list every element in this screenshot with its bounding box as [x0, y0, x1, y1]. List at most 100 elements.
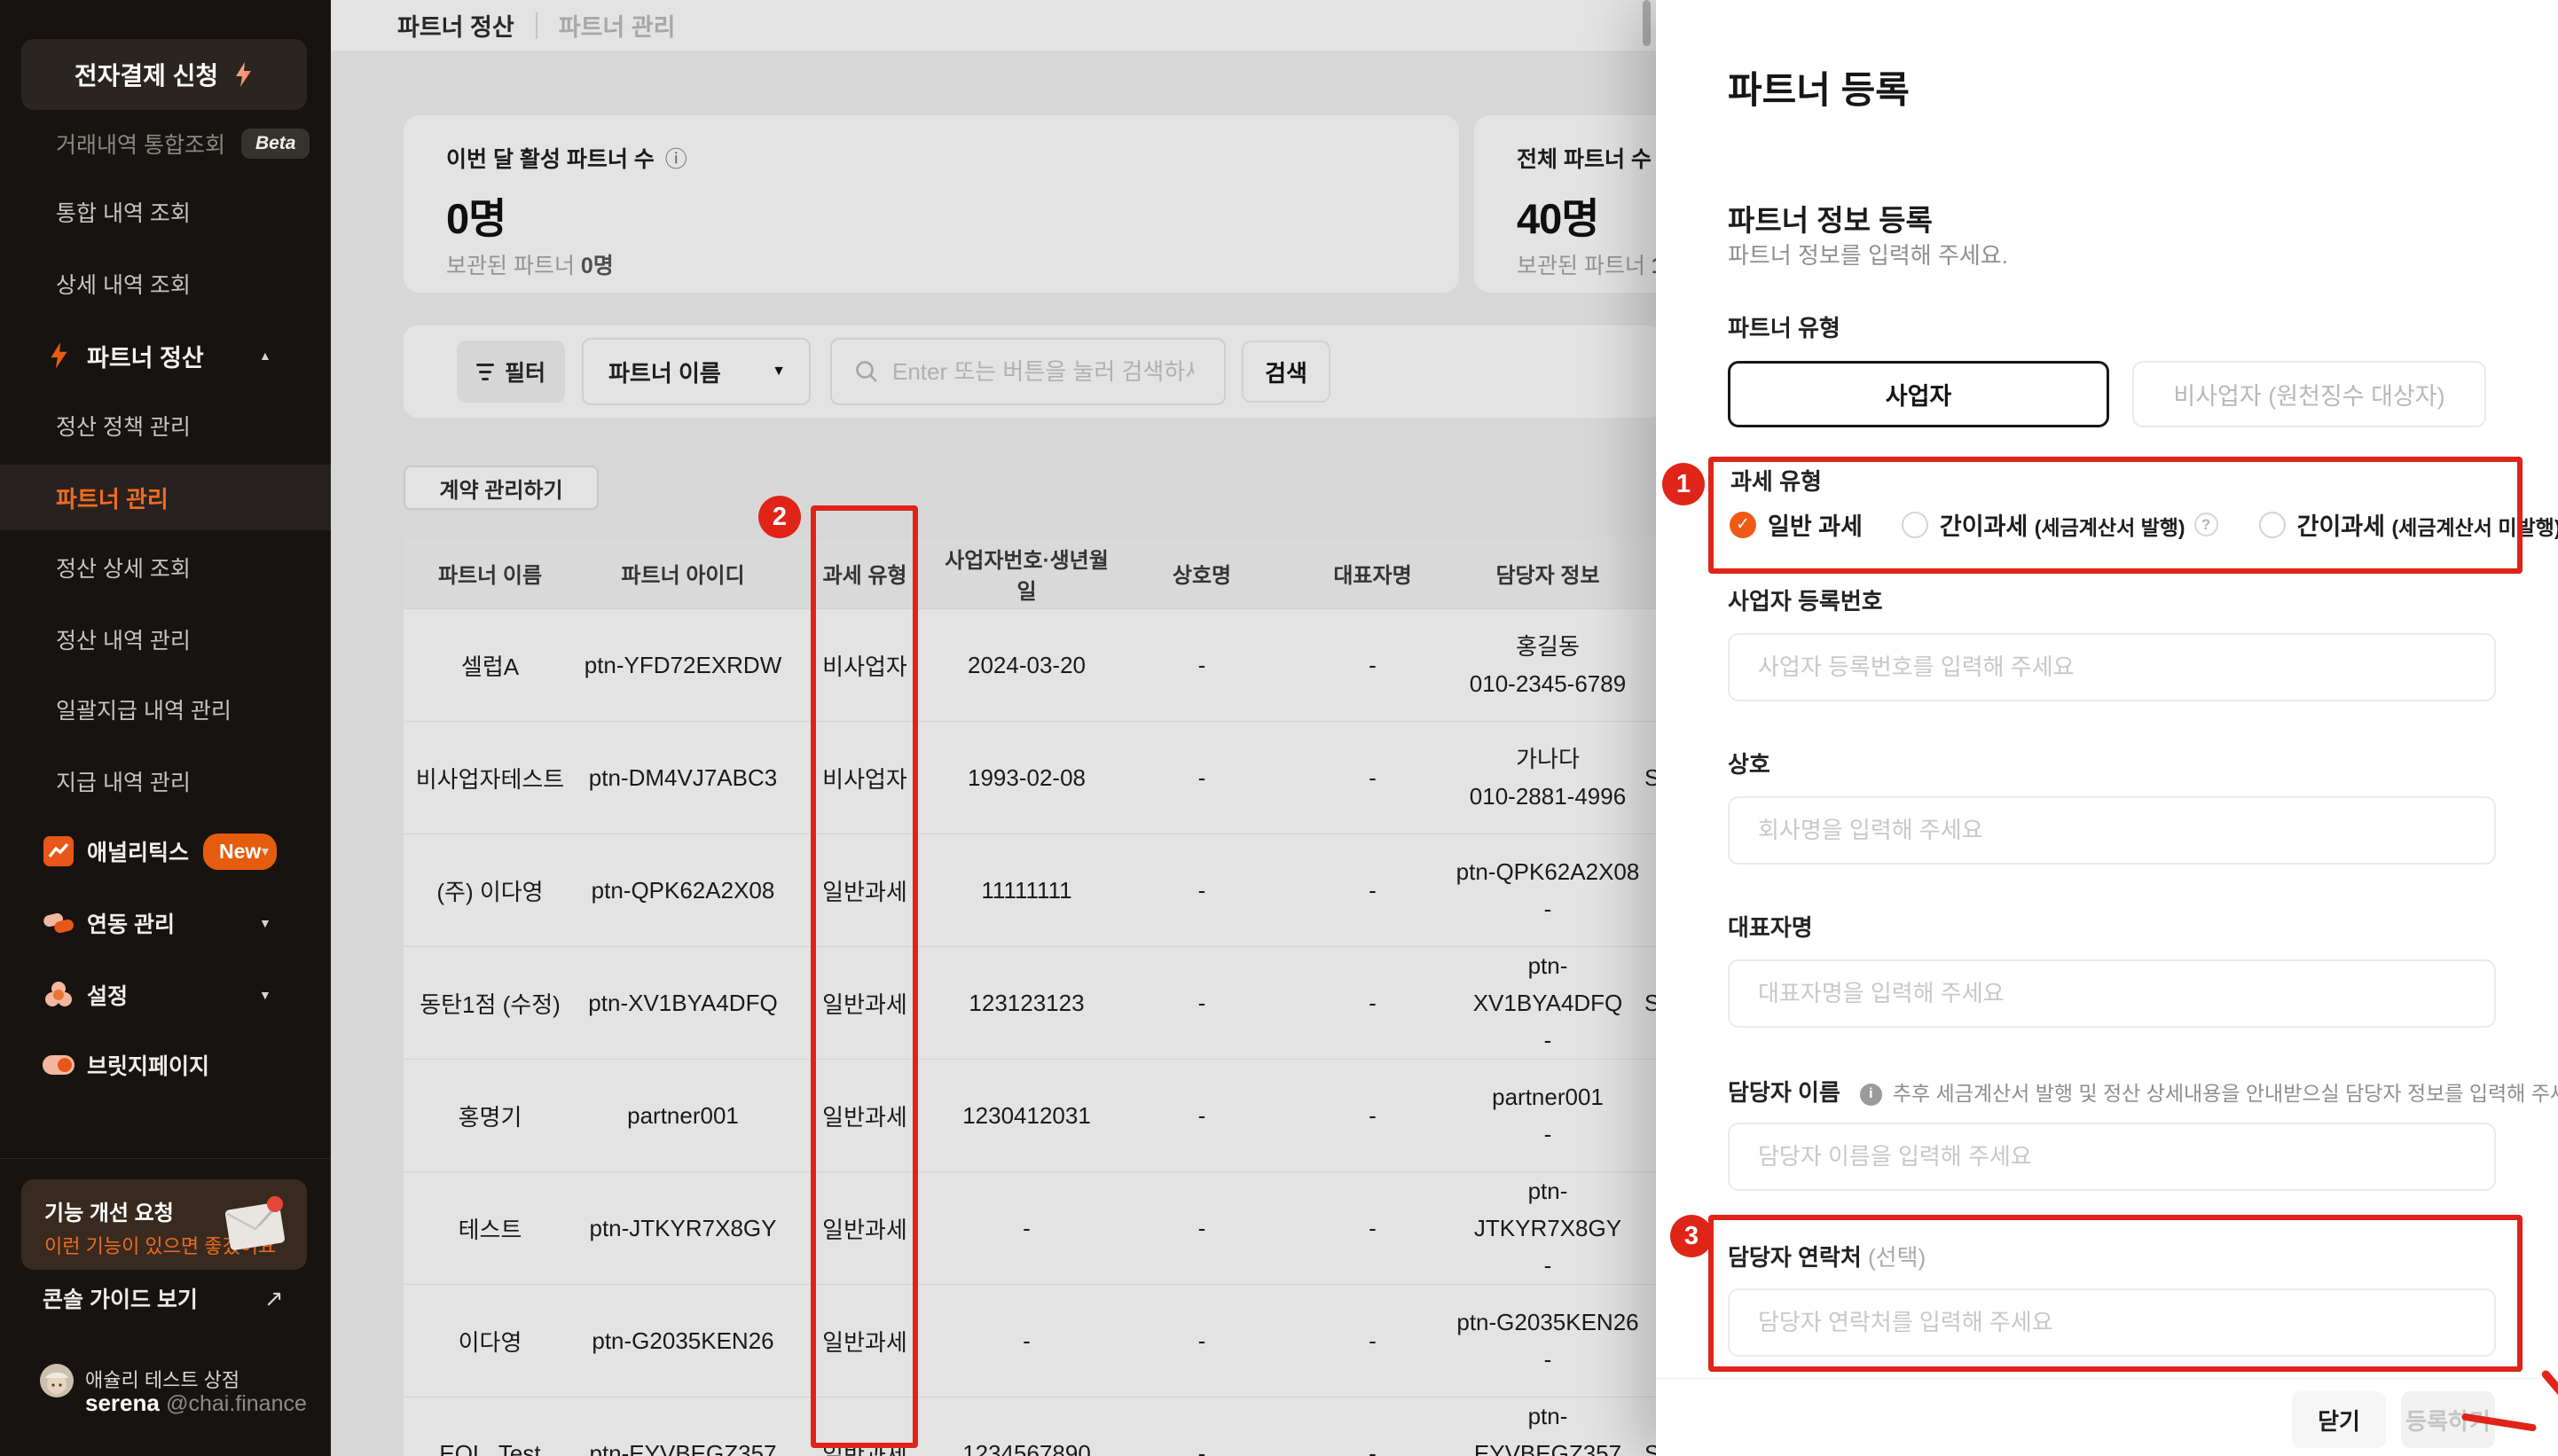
cell-tax-type: 일반과세: [789, 1100, 940, 1132]
manager-name: ptn-JTKYR7X8GY: [1455, 1172, 1641, 1247]
sidebar-item-detail-history[interactable]: 상세 내역 조회: [0, 259, 331, 309]
cell-partner-name: (주) 이다영: [404, 874, 577, 907]
feature-request-card[interactable]: 기능 개선 요청 이런 기능이 있으면 좋겠어요: [21, 1179, 307, 1270]
cell-representative: -: [1291, 990, 1455, 1017]
epayment-apply-button[interactable]: 전자결제 신청: [21, 39, 307, 110]
type-button-business[interactable]: 사업자: [1728, 361, 2109, 427]
search-button[interactable]: 검색: [1242, 341, 1330, 403]
vertical-scrollbar[interactable]: [1643, 0, 1651, 46]
radio-label-simplified-issue[interactable]: 간이과세 (세금계산서 발행): [1940, 507, 2185, 542]
info-icon[interactable]: i: [1860, 1084, 1882, 1106]
chevron-up-icon[interactable]: ▲: [259, 348, 271, 363]
sidebar-item-settlement-history[interactable]: 정산 내역 관리: [0, 614, 331, 664]
beta-badge: Beta: [241, 129, 310, 159]
radio-label-simplified-no-issue[interactable]: 간이과세 (세금계산서 미발행): [2297, 507, 2558, 542]
search-icon: [853, 358, 880, 385]
column-header[interactable]: 파트너 아이디: [577, 558, 789, 589]
filter-button[interactable]: 필터: [457, 341, 565, 403]
radio-icon[interactable]: [2259, 512, 2286, 538]
check-icon: ✓: [1736, 514, 1750, 535]
cell-manager-info: ptn-JTKYR7X8GY -: [1455, 1172, 1641, 1284]
cell-manager-info: ptn-XV1BYA4DFQ -: [1455, 947, 1641, 1059]
submit-button[interactable]: 등록하기: [2401, 1391, 2495, 1448]
column-header[interactable]: 사업자번호·생년월일: [940, 543, 1113, 605]
sidebar-item-label: 파트너 정산: [75, 339, 204, 373]
cell-biz-number: -: [940, 1327, 1113, 1355]
sidebar-item-payment-history[interactable]: 지급 내역 관리: [0, 756, 331, 806]
biz-number-input[interactable]: [1730, 635, 2494, 700]
chevron-down-icon[interactable]: ▼: [259, 916, 271, 930]
cell-manager-info: partner001 -: [1455, 1078, 1641, 1153]
sidebar-item-label: 상세 내역 조회: [0, 268, 191, 300]
cell-manager-info: ptn-QPK62A2X08 -: [1455, 853, 1641, 928]
annotation-badge-2: 2: [758, 496, 801, 538]
sidebar-item-settings[interactable]: 설정 ▼: [0, 970, 331, 1020]
lightning-icon: [232, 61, 254, 88]
info-glyph: i: [1869, 1086, 1872, 1102]
sidebar-item-integration[interactable]: 연동 관리 ▼: [0, 898, 331, 948]
filter-bar: 필터 파트너 이름 ▼ 검색: [404, 325, 1663, 418]
sidebar-item-bulk-payment[interactable]: 일괄지급 내역 관리: [0, 685, 331, 734]
radio-icon[interactable]: [1902, 512, 1928, 538]
column-header[interactable]: 상호명: [1113, 558, 1291, 589]
search-input[interactable]: [892, 358, 1194, 386]
manager-phone: 010-2345-6789: [1455, 665, 1641, 702]
column-header[interactable]: 담당자 정보: [1455, 558, 1641, 589]
sidebar-item-partner-management-active[interactable]: 파트너 관리: [0, 465, 331, 530]
column-header[interactable]: 파트너 이름: [404, 558, 577, 589]
filter-button-label: 필터: [505, 356, 545, 387]
column-header[interactable]: 대표자명: [1291, 558, 1455, 589]
manager-name: 홍길동: [1455, 628, 1641, 665]
radio-checked-icon[interactable]: ✓: [1730, 512, 1756, 538]
cell-partner-name: 테스트: [404, 1212, 577, 1245]
user-domain: @chai.finance: [166, 1391, 307, 1416]
cell-manager-info: 홍길동 010-2345-6789: [1455, 628, 1641, 702]
manager-contact-label: 담당자 연락처: [1728, 1244, 1862, 1271]
sidebar-item-analytics[interactable]: 애널리틱스 New ▼: [0, 826, 331, 876]
trade-name-field-wrap: [1728, 796, 2496, 865]
external-link-icon: ↗: [264, 1285, 284, 1312]
stat-label: 전체 파트너 수: [1517, 142, 1652, 174]
tax-type-radio-group: ✓ 일반 과세 간이과세 (세금계산서 발행) ? 간이과세 (세금계산서 미발…: [1730, 507, 2558, 542]
representative-input[interactable]: [1730, 961, 2494, 1026]
manager-contact-input[interactable]: [1730, 1290, 2494, 1355]
radio-label-suffix: (세금계산서 미발행): [2392, 516, 2558, 539]
sidebar-item-label: 설정: [75, 979, 128, 1011]
cell-trade-name: -: [1113, 990, 1291, 1017]
type-button-non-business[interactable]: 비사업자 (원천징수 대상자): [2132, 361, 2486, 427]
help-icon[interactable]: ?: [2194, 513, 2218, 536]
manager-name: ptn-XV1BYA4DFQ: [1455, 947, 1641, 1022]
chevron-down-icon[interactable]: ▼: [259, 988, 271, 1002]
sidebar-item-partner-settlement[interactable]: 파트너 정산 ▲: [0, 331, 331, 380]
manager-name-input[interactable]: [1730, 1124, 2494, 1189]
chevron-down-icon[interactable]: ▼: [259, 844, 271, 858]
tab-partner-management[interactable]: 파트너 관리: [559, 8, 676, 43]
sidebar-item-settlement-detail[interactable]: 정산 상세 조회: [0, 543, 331, 592]
gear-icon: [43, 981, 75, 1009]
username: serena: [85, 1389, 160, 1416]
cell-representative: -: [1291, 652, 1455, 679]
info-icon[interactable]: ⓘ: [665, 142, 687, 174]
sidebar-item-unified-history[interactable]: 통합 내역 조회: [0, 187, 331, 237]
lightning-icon: [43, 341, 75, 370]
close-button[interactable]: 닫기: [2292, 1391, 2386, 1448]
trade-name-input[interactable]: [1730, 798, 2494, 863]
drawer-title: 파트너 등록: [1728, 60, 1910, 114]
sidebar-item-tx-search[interactable]: 거래내역 통합조회 Beta: [0, 119, 331, 168]
cell-trade-name: -: [1113, 1102, 1291, 1130]
tab-partner-settlement[interactable]: 파트너 정산: [397, 8, 514, 43]
cell-partner-name: 홍명기: [404, 1100, 577, 1132]
search-field-dropdown[interactable]: 파트너 이름 ▼: [582, 338, 811, 405]
manager-name: partner001: [1455, 1078, 1641, 1115]
manager-name-label-row: 담당자 이름i추후 세금계산서 발행 및 정산 상세내용을 안내받으실 담당자 …: [1728, 1075, 2558, 1108]
console-guide-link[interactable]: 콘솔 가이드 보기 ↗: [0, 1273, 331, 1323]
cell-trade-name: -: [1113, 764, 1291, 792]
sidebar-item-settlement-policy[interactable]: 정산 정책 관리: [0, 401, 331, 450]
link-pills-icon: [43, 911, 75, 935]
contract-manage-button[interactable]: 계약 관리하기: [404, 466, 599, 510]
stat-sub: 보관된 파트너 0명: [446, 248, 614, 280]
manager-name: 가나다: [1455, 740, 1641, 778]
radio-label-general-tax[interactable]: 일반 과세: [1768, 507, 1863, 542]
column-header[interactable]: 과세 유형: [789, 558, 940, 589]
sidebar-item-bridge-page[interactable]: 브릿지페이지: [0, 1040, 331, 1090]
